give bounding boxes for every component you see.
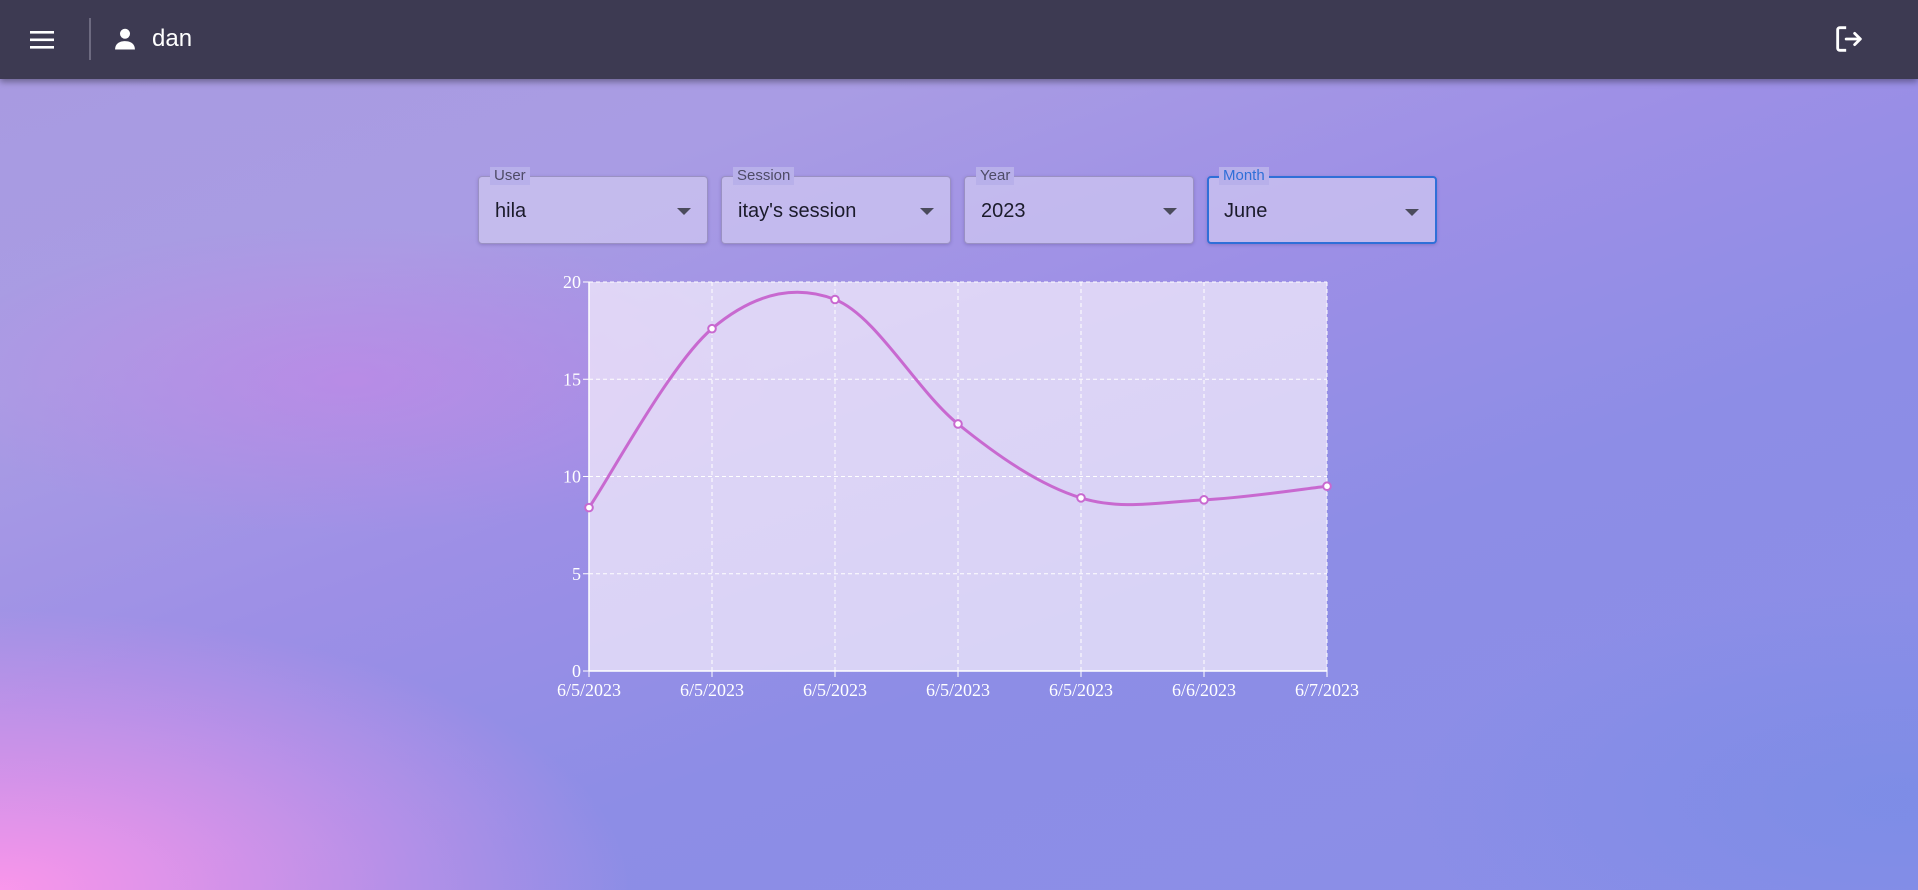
data-point (1199, 495, 1209, 505)
chevron-down-icon (920, 208, 934, 215)
year-select-label: Year (976, 167, 1015, 185)
user-select-value: hila (495, 200, 527, 222)
username-label: dan (152, 25, 193, 52)
chevron-down-icon (1163, 208, 1177, 215)
data-point (953, 419, 963, 429)
data-point (584, 502, 594, 513)
x-tick-label: 6/5/2023 (1049, 680, 1113, 700)
session-select-label: Session (733, 167, 795, 185)
x-tick-label: 6/5/2023 (803, 680, 867, 700)
month-select[interactable]: Month June (1207, 167, 1437, 244)
user-select-label: User (490, 167, 530, 185)
y-tick-label: 5 (572, 564, 581, 584)
logout-icon[interactable] (1832, 22, 1866, 56)
x-tick-label: 6/6/2023 (1172, 680, 1236, 700)
person-icon (111, 25, 139, 53)
appbar-divider (89, 18, 91, 60)
y-tick-label: 10 (563, 467, 581, 487)
data-point (1076, 493, 1086, 503)
month-select-label: Month (1219, 167, 1269, 185)
x-tick-label: 6/5/2023 (680, 680, 744, 700)
month-select-value: June (1224, 200, 1268, 222)
x-tick-label: 6/5/2023 (557, 680, 621, 700)
session-select-value: itay's session (738, 200, 857, 222)
user-select[interactable]: User hila (478, 167, 708, 244)
year-select[interactable]: Year 2023 (964, 167, 1194, 244)
line-chart: 0 5 10 15 20 6/5/2023 6/5/2023 6/5/2023 6/5/2023… (540, 270, 1370, 710)
chart-svg: 0 5 10 15 20 6/5/2023 6/5/2023 6/5/2023 6/5/2023… (557, 272, 1359, 700)
x-tick-label: 6/5/2023 (926, 680, 990, 700)
chevron-down-icon (677, 208, 691, 215)
data-point (1322, 481, 1332, 492)
session-select[interactable]: Session itay's session (721, 167, 951, 244)
app-bar: dan (0, 0, 1918, 79)
data-point (707, 323, 717, 334)
y-tick-label: 20 (563, 272, 581, 292)
chevron-down-icon (1405, 209, 1419, 216)
menu-icon[interactable] (24, 22, 60, 58)
y-tick-label: 15 (563, 369, 581, 389)
x-tick-label: 6/7/2023 (1295, 680, 1359, 700)
data-point (830, 294, 840, 305)
year-select-value: 2023 (981, 200, 1026, 222)
y-tick-label: 0 (572, 661, 581, 681)
